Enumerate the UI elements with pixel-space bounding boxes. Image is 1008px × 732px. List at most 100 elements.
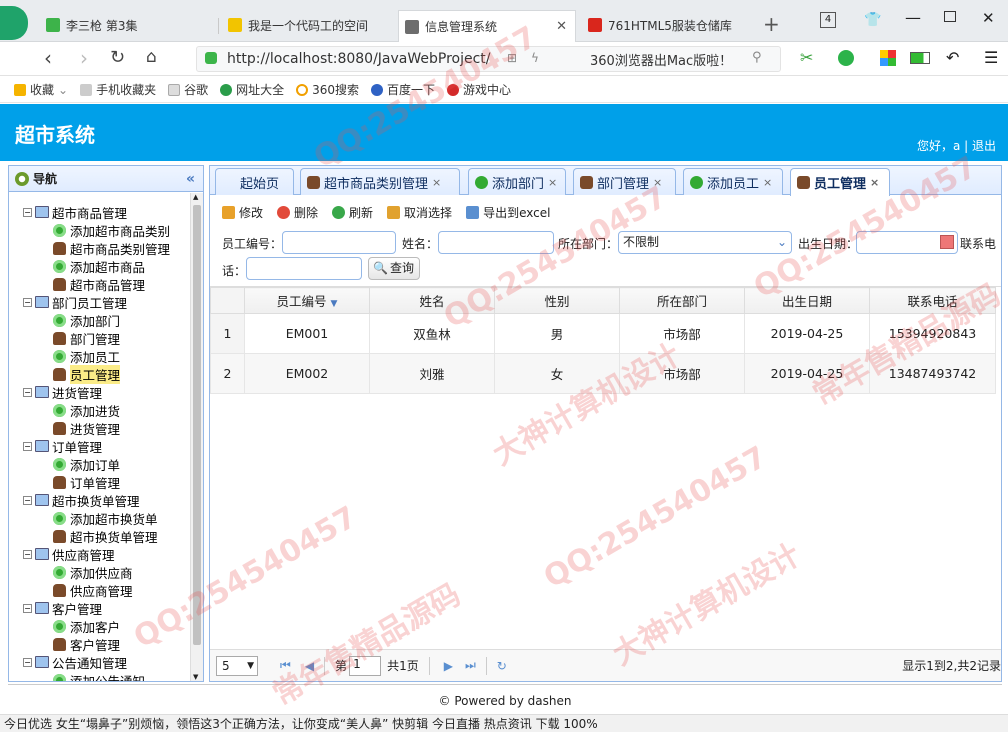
bookmark-baidu[interactable]: 百度一下	[371, 81, 435, 98]
bookmark-favorites[interactable]: 收藏 ⌄	[14, 81, 68, 98]
apps-icon[interactable]	[880, 50, 896, 66]
nav-item[interactable]: 添加进货	[9, 401, 191, 419]
close-tab-icon[interactable]: ×	[432, 176, 441, 189]
column-header[interactable]: 出生日期	[744, 287, 870, 314]
nav-item[interactable]: 超市商品类别管理	[9, 239, 191, 257]
refresh-button[interactable]: 刷新	[332, 204, 373, 221]
grid-icon[interactable]: ⊞	[507, 51, 517, 65]
shirt-icon[interactable]: 👕	[864, 12, 881, 28]
nav-item[interactable]: 员工管理	[9, 364, 191, 384]
nav-item[interactable]: 添加供应商	[9, 563, 191, 581]
close-tab-icon[interactable]: ✕	[556, 19, 567, 34]
collapse-icon[interactable]: «	[186, 171, 195, 187]
forward-icon[interactable]: ›	[80, 46, 88, 70]
column-header[interactable]: 员工编号 ▼	[244, 287, 370, 314]
prev-page-icon[interactable]: ◀	[305, 659, 314, 673]
close-tab-icon[interactable]: ×	[548, 176, 557, 189]
tab-item[interactable]: 部门管理 ×	[573, 168, 676, 195]
translate-icon[interactable]	[838, 50, 854, 66]
collapse-toggle-icon[interactable]: −	[23, 495, 32, 505]
bookmark-games[interactable]: 游戏中心	[447, 81, 511, 98]
undo-icon[interactable]: ↶	[946, 48, 959, 67]
page-number-input[interactable]: 1	[349, 655, 382, 676]
column-header[interactable]: 联系电话	[869, 287, 996, 314]
nav-item[interactable]: 添加超市商品类别	[9, 221, 191, 239]
tab-item[interactable]: 添加员工 ×	[683, 168, 783, 195]
nav-item[interactable]: 添加客户	[9, 617, 191, 635]
nav-group[interactable]: − 超市商品管理	[9, 203, 191, 221]
collapse-toggle-icon[interactable]: −	[23, 207, 32, 217]
close-window-icon[interactable]: ✕	[982, 9, 995, 27]
nav-group[interactable]: − 超市换货单管理	[9, 491, 191, 509]
refresh-page-icon[interactable]: ↻	[497, 659, 507, 673]
minimize-icon[interactable]: —	[905, 8, 921, 27]
collapse-toggle-icon[interactable]: −	[23, 387, 32, 397]
query-button[interactable]: 🔍 查询	[368, 257, 420, 280]
close-tab-icon[interactable]: ×	[870, 176, 879, 189]
bookmark-360[interactable]: 360搜索	[296, 81, 359, 98]
browser-tab-4[interactable]: 761HTML5服装仓储库	[582, 12, 752, 38]
back-icon[interactable]: ‹	[44, 46, 52, 70]
close-tab-icon[interactable]: ×	[763, 176, 772, 189]
tab-item[interactable]: 起始页	[215, 168, 294, 195]
export-excel-button[interactable]: 导出到excel	[466, 204, 550, 221]
nav-item[interactable]: 供应商管理	[9, 581, 191, 599]
nav-item[interactable]: 超市商品管理	[9, 275, 191, 293]
nav-item[interactable]: 订单管理	[9, 473, 191, 491]
browser-tab-active[interactable]: 信息管理系统 ✕	[398, 10, 576, 42]
browser-tab-1[interactable]: 李三枪 第3集	[40, 12, 210, 38]
phone-input[interactable]	[246, 257, 362, 280]
dept-select[interactable]: 不限制 ⌄	[618, 231, 792, 254]
birth-date-input[interactable]	[856, 231, 958, 254]
collapse-toggle-icon[interactable]: −	[23, 297, 32, 307]
tab-item[interactable]: 添加部门 ×	[468, 168, 566, 195]
bookmark-google[interactable]: 谷歌	[168, 81, 208, 98]
close-tab-icon[interactable]: ×	[653, 176, 662, 189]
nav-item[interactable]: 部门管理	[9, 329, 191, 347]
search-icon[interactable]: ⚲	[752, 50, 762, 65]
nav-item[interactable]: 添加员工	[9, 347, 191, 365]
column-header[interactable]: 姓名	[369, 287, 495, 314]
reload-icon[interactable]: ↻	[110, 47, 125, 68]
next-page-icon[interactable]: ▶	[444, 659, 453, 673]
nav-item[interactable]: 添加超市商品	[9, 257, 191, 275]
calendar-icon[interactable]	[940, 235, 954, 249]
collapse-toggle-icon[interactable]: −	[23, 549, 32, 559]
unselect-button[interactable]: 取消选择	[387, 204, 452, 221]
nav-item[interactable]: 添加部门	[9, 311, 191, 329]
new-tab-button[interactable]: +	[763, 12, 780, 36]
column-header[interactable]: 性别	[494, 287, 620, 314]
nav-group[interactable]: − 公告通知管理	[9, 653, 191, 671]
maximize-icon[interactable]	[944, 11, 956, 22]
home-icon[interactable]: ⌂	[146, 47, 157, 67]
collapse-toggle-icon[interactable]: −	[23, 603, 32, 613]
nav-item[interactable]: 进货管理	[9, 419, 191, 437]
user-logout-link[interactable]: 您好，a | 退出	[917, 137, 996, 154]
nav-item[interactable]: 添加订单	[9, 455, 191, 473]
emp-no-input[interactable]	[282, 231, 396, 254]
promo-text[interactable]: 360浏览器出Mac版啦！	[590, 50, 732, 69]
lightning-icon[interactable]: ϟ	[531, 51, 539, 65]
nav-group[interactable]: − 部门员工管理	[9, 293, 191, 311]
first-page-icon[interactable]: ⏮	[280, 658, 291, 673]
scissors-icon[interactable]: ✂	[800, 48, 813, 67]
nav-group[interactable]: − 进货管理	[9, 383, 191, 401]
page-size-select[interactable]: 5 ▼	[216, 655, 258, 676]
tab-item[interactable]: 超市商品类别管理 ×	[300, 168, 460, 195]
tab-count-badge[interactable]: 4	[820, 12, 836, 28]
menu-icon[interactable]: ☰	[984, 48, 998, 67]
last-page-icon[interactable]: ⏭	[465, 658, 476, 673]
battery-icon[interactable]	[910, 52, 930, 64]
nav-item[interactable]: 超市换货单管理	[9, 527, 191, 545]
delete-button[interactable]: 删除	[277, 204, 318, 221]
tab-item[interactable]: 员工管理 ×	[790, 168, 890, 196]
nav-item[interactable]: 添加公告通知	[9, 671, 191, 681]
nav-scrollbar[interactable]: ▲ ▼	[190, 193, 203, 681]
nav-group[interactable]: − 客户管理	[9, 599, 191, 617]
table-row[interactable]: 1 EM001 双鱼林男市场部 2019-04-25 15394920843	[210, 313, 996, 354]
bookmark-daquan[interactable]: 网址大全	[220, 81, 284, 98]
edit-button[interactable]: 修改	[222, 204, 263, 221]
nav-item[interactable]: 添加超市换货单	[9, 509, 191, 527]
table-row[interactable]: 2 EM002 刘雅女市场部 2019-04-25 13487493742	[210, 353, 996, 394]
collapse-toggle-icon[interactable]: −	[23, 441, 32, 451]
